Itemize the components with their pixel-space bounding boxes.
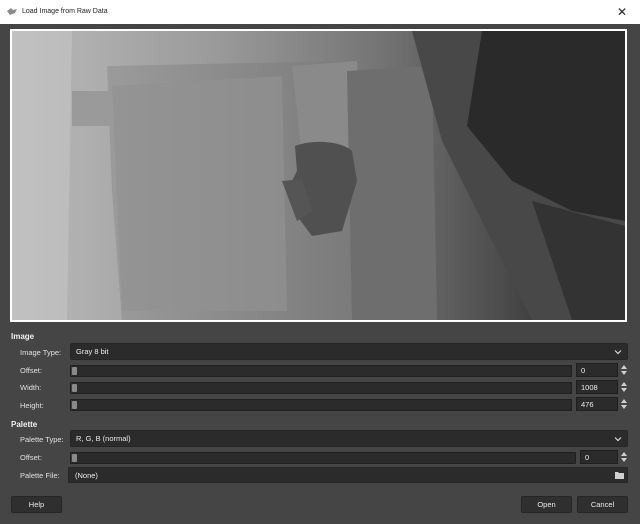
palette-offset-spin-arrows[interactable] bbox=[619, 450, 628, 464]
image-type-value: Gray 8 bit bbox=[76, 347, 109, 356]
arrow-down-icon bbox=[620, 405, 627, 409]
section-title-image: Image bbox=[11, 332, 35, 341]
width-spin-arrows[interactable] bbox=[619, 380, 628, 394]
image-type-select[interactable]: Gray 8 bit bbox=[70, 343, 628, 360]
height-slider-handle[interactable] bbox=[72, 401, 77, 409]
offset-spinbox[interactable]: 0 bbox=[576, 363, 618, 377]
offset-label: Offset: bbox=[20, 366, 42, 375]
arrow-down-icon bbox=[620, 371, 627, 375]
palette-type-select[interactable]: R, G, B (normal) bbox=[70, 430, 628, 447]
close-button[interactable]: ✕ bbox=[604, 0, 640, 24]
arrow-down-icon bbox=[620, 388, 627, 392]
arrow-down-icon bbox=[620, 458, 627, 462]
palette-type-value: R, G, B (normal) bbox=[76, 434, 131, 443]
section-title-palette: Palette bbox=[11, 420, 38, 429]
arrow-up-icon bbox=[620, 399, 627, 403]
folder-icon bbox=[615, 472, 624, 479]
window-title: Load Image from Raw Data bbox=[22, 8, 108, 15]
image-preview bbox=[10, 29, 627, 322]
preview-canvas bbox=[12, 31, 625, 320]
palette-offset-slider[interactable] bbox=[70, 452, 576, 464]
chevron-down-icon bbox=[614, 350, 622, 355]
gimp-icon bbox=[7, 8, 17, 15]
palette-file-label: Palette File: bbox=[20, 471, 60, 480]
arrow-up-icon bbox=[620, 382, 627, 386]
width-label: Width: bbox=[20, 383, 42, 392]
palette-file-chooser[interactable]: (None) bbox=[68, 467, 628, 483]
height-spin-arrows[interactable] bbox=[619, 397, 628, 411]
height-slider[interactable] bbox=[70, 399, 572, 411]
help-button[interactable]: Help bbox=[11, 496, 62, 513]
close-icon: ✕ bbox=[616, 5, 628, 19]
palette-offset-slider-handle[interactable] bbox=[72, 454, 77, 462]
arrow-up-icon bbox=[620, 452, 627, 456]
palette-offset-label: Offset: bbox=[20, 453, 42, 462]
palette-type-label: Palette Type: bbox=[20, 435, 64, 444]
offset-spin-arrows[interactable] bbox=[619, 363, 628, 377]
offset-slider[interactable] bbox=[70, 365, 572, 377]
offset-slider-handle[interactable] bbox=[72, 367, 77, 375]
arrow-up-icon bbox=[620, 365, 627, 369]
width-slider-handle[interactable] bbox=[72, 384, 77, 392]
depth-image bbox=[12, 31, 625, 320]
palette-offset-spinbox[interactable]: 0 bbox=[580, 450, 618, 464]
chevron-down-icon bbox=[614, 437, 622, 442]
open-button[interactable]: Open bbox=[521, 496, 572, 513]
image-type-label: Image Type: bbox=[20, 348, 62, 357]
width-spinbox[interactable]: 1008 bbox=[576, 380, 618, 394]
palette-file-value: (None) bbox=[75, 470, 98, 480]
height-label: Height: bbox=[20, 401, 44, 410]
title-bar: Load Image from Raw Data ✕ bbox=[0, 0, 640, 24]
height-spinbox[interactable]: 476 bbox=[576, 397, 618, 411]
cancel-button[interactable]: Cancel bbox=[577, 496, 628, 513]
width-slider[interactable] bbox=[70, 382, 572, 394]
